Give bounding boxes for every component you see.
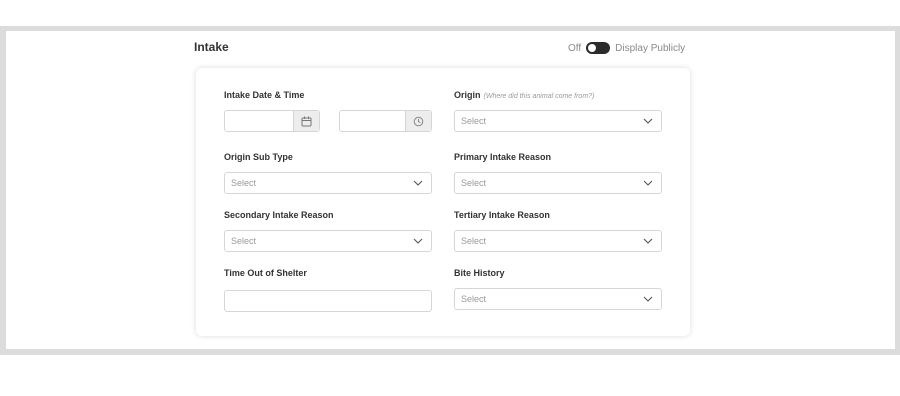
toggle-off-label: Off xyxy=(568,42,582,54)
origin-sub-type-value: Select xyxy=(231,178,257,188)
origin-select[interactable]: Select xyxy=(454,110,662,132)
calendar-icon[interactable] xyxy=(293,111,319,131)
tertiary-intake-reason-label: Tertiary Intake Reason xyxy=(454,210,550,220)
chevron-down-icon xyxy=(413,238,423,244)
bite-history-select[interactable]: Select xyxy=(454,288,662,310)
intake-form-card: Intake Date & Time Origin (Where did thi… xyxy=(196,68,690,336)
display-publicly-toggle-row: Off Display Publicly xyxy=(568,41,685,55)
toggle-knob xyxy=(588,44,597,52)
chevron-down-icon xyxy=(413,180,423,186)
chevron-down-icon xyxy=(643,296,653,302)
secondary-intake-reason-value: Select xyxy=(231,236,257,246)
chevron-down-icon xyxy=(643,238,653,244)
intake-time-input[interactable] xyxy=(339,110,432,132)
intake-date-input[interactable] xyxy=(224,110,320,132)
time-out-of-shelter-label: Time Out of Shelter xyxy=(224,268,307,278)
secondary-intake-reason-select[interactable]: Select xyxy=(224,230,432,252)
bite-history-value: Select xyxy=(461,294,487,304)
primary-intake-reason-select[interactable]: Select xyxy=(454,172,662,194)
page-frame: Intake Off Display Publicly Intake Date … xyxy=(0,26,900,355)
time-out-of-shelter-input[interactable] xyxy=(224,290,432,312)
intake-datetime-label: Intake Date & Time xyxy=(224,90,305,100)
origin-hint: (Where did this animal come from?) xyxy=(483,93,595,100)
primary-intake-reason-label: Primary Intake Reason xyxy=(454,152,552,162)
origin-label: Origin (Where did this animal come from?) xyxy=(454,90,594,100)
tertiary-intake-reason-select[interactable]: Select xyxy=(454,230,662,252)
chevron-down-icon xyxy=(643,118,653,124)
content-area: Intake Off Display Publicly Intake Date … xyxy=(6,31,895,349)
primary-intake-reason-value: Select xyxy=(461,178,487,188)
chevron-down-icon xyxy=(643,180,653,186)
origin-sub-type-select[interactable]: Select xyxy=(224,172,432,194)
clock-icon[interactable] xyxy=(405,111,431,131)
tertiary-intake-reason-value: Select xyxy=(461,236,487,246)
bite-history-label: Bite History xyxy=(454,268,505,278)
origin-sub-type-label: Origin Sub Type xyxy=(224,152,293,162)
display-publicly-label: Display Publicly xyxy=(615,42,686,54)
origin-label-text: Origin xyxy=(454,90,481,100)
secondary-intake-reason-label: Secondary Intake Reason xyxy=(224,210,334,220)
section-title: Intake xyxy=(194,40,229,54)
display-publicly-toggle[interactable] xyxy=(586,42,611,54)
origin-select-value: Select xyxy=(461,116,487,126)
